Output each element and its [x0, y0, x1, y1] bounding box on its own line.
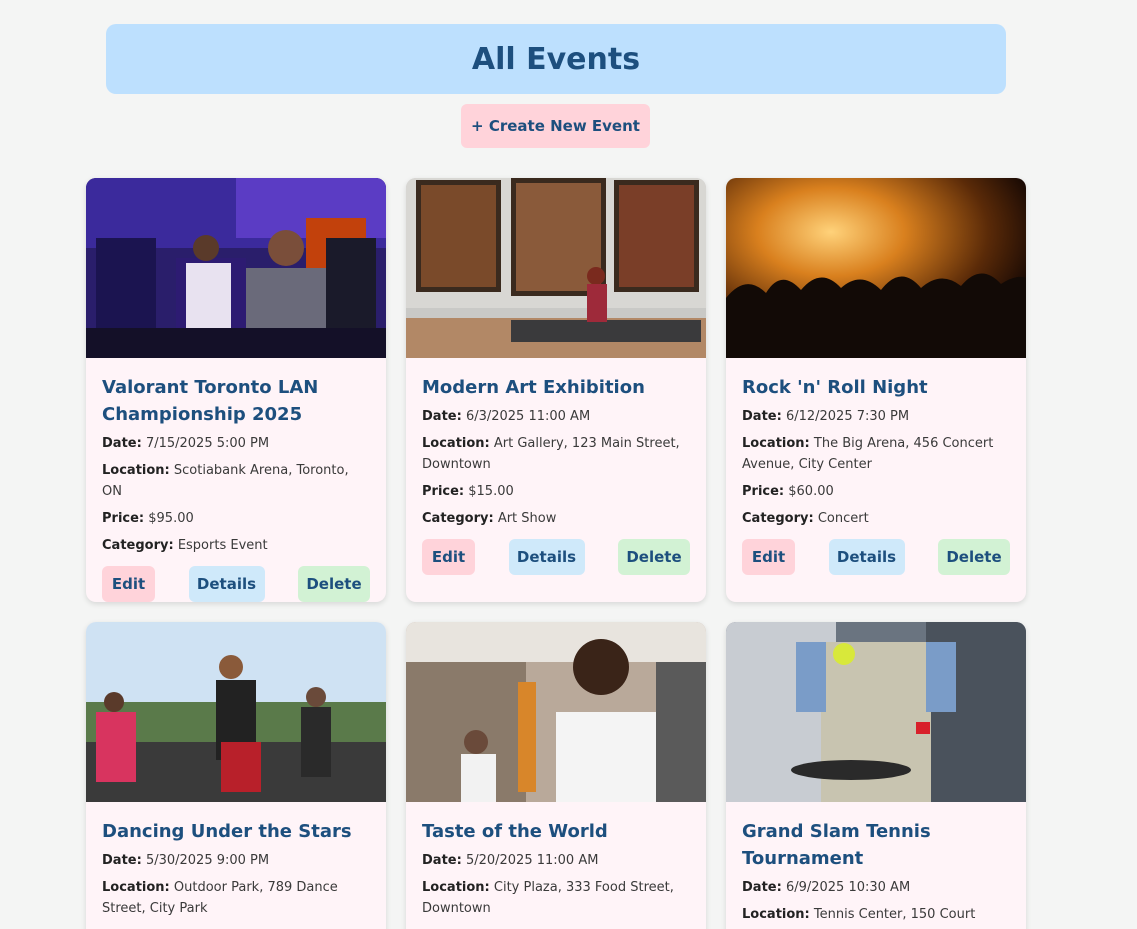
edit-button[interactable]: Edit [102, 566, 155, 602]
event-title: Valorant Toronto LAN Championship 2025 [102, 377, 319, 425]
event-title: Taste of the World [422, 821, 608, 842]
event-card: Grand Slam Tennis Tournament Date: 6/9/2… [726, 622, 1026, 929]
event-location: Location: Scotiabank Arena, Toronto, ON [102, 463, 349, 499]
concert-crowd-photo [726, 178, 1026, 358]
event-location: Location: Art Gallery, 123 Main Street, … [422, 436, 680, 472]
event-date: Date: 6/9/2025 10:30 AM [742, 880, 911, 895]
event-card: Dancing Under the Stars Date: 5/30/2025 … [86, 622, 386, 929]
art-gallery-photo [406, 178, 706, 358]
delete-button[interactable]: Delete [298, 566, 370, 602]
event-price: Price: $95.00 [102, 511, 194, 526]
create-event-button[interactable]: + Create New Event [461, 104, 650, 148]
event-card: Valorant Toronto LAN Championship 2025 D… [86, 178, 386, 602]
event-location: Location: The Big Arena, 456 Concert Ave… [742, 436, 994, 472]
event-card: Modern Art Exhibition Date: 6/3/2025 11:… [406, 178, 706, 602]
event-date: Date: 6/12/2025 7:30 PM [742, 409, 910, 424]
esports-gaming-photo [86, 178, 386, 358]
details-button[interactable]: Details [828, 539, 905, 575]
details-button[interactable]: Details [508, 539, 585, 575]
folk-dancers-photo [86, 622, 386, 802]
event-title: Grand Slam Tennis Tournament [742, 821, 931, 869]
page-title: All Events [471, 41, 641, 77]
event-date: Date: 6/3/2025 11:00 AM [422, 409, 591, 424]
edit-button[interactable]: Edit [742, 539, 795, 575]
details-button[interactable]: Details [188, 566, 265, 602]
event-title: Rock 'n' Roll Night [742, 377, 928, 398]
event-category: Category: Esports Event [102, 538, 268, 553]
event-title: Dancing Under the Stars [102, 821, 352, 842]
event-location: Location: Tennis Center, 150 Court Stree… [742, 907, 976, 929]
event-price: Price: $15.00 [422, 484, 514, 499]
event-category: Category: Concert [742, 511, 869, 526]
event-date: Date: 5/20/2025 11:00 AM [422, 853, 599, 868]
street-food-photo [406, 622, 706, 802]
event-location: Location: City Plaza, 333 Food Street, D… [422, 880, 674, 916]
event-location: Location: Outdoor Park, 789 Dance Street… [102, 880, 338, 916]
event-date: Date: 5/30/2025 9:00 PM [102, 853, 270, 868]
edit-button[interactable]: Edit [422, 539, 475, 575]
event-date: Date: 7/15/2025 5:00 PM [102, 436, 270, 451]
page-header: All Events [106, 24, 1006, 94]
delete-button[interactable]: Delete [618, 539, 690, 575]
event-card: Rock 'n' Roll Night Date: 6/12/2025 7:30… [726, 178, 1026, 602]
event-category: Category: Art Show [422, 511, 557, 526]
event-card: Taste of the World Date: 5/20/2025 11:00… [406, 622, 706, 929]
event-price: Price: $60.00 [742, 484, 834, 499]
tennis-player-photo [726, 622, 1026, 802]
event-title: Modern Art Exhibition [422, 377, 645, 398]
delete-button[interactable]: Delete [938, 539, 1010, 575]
